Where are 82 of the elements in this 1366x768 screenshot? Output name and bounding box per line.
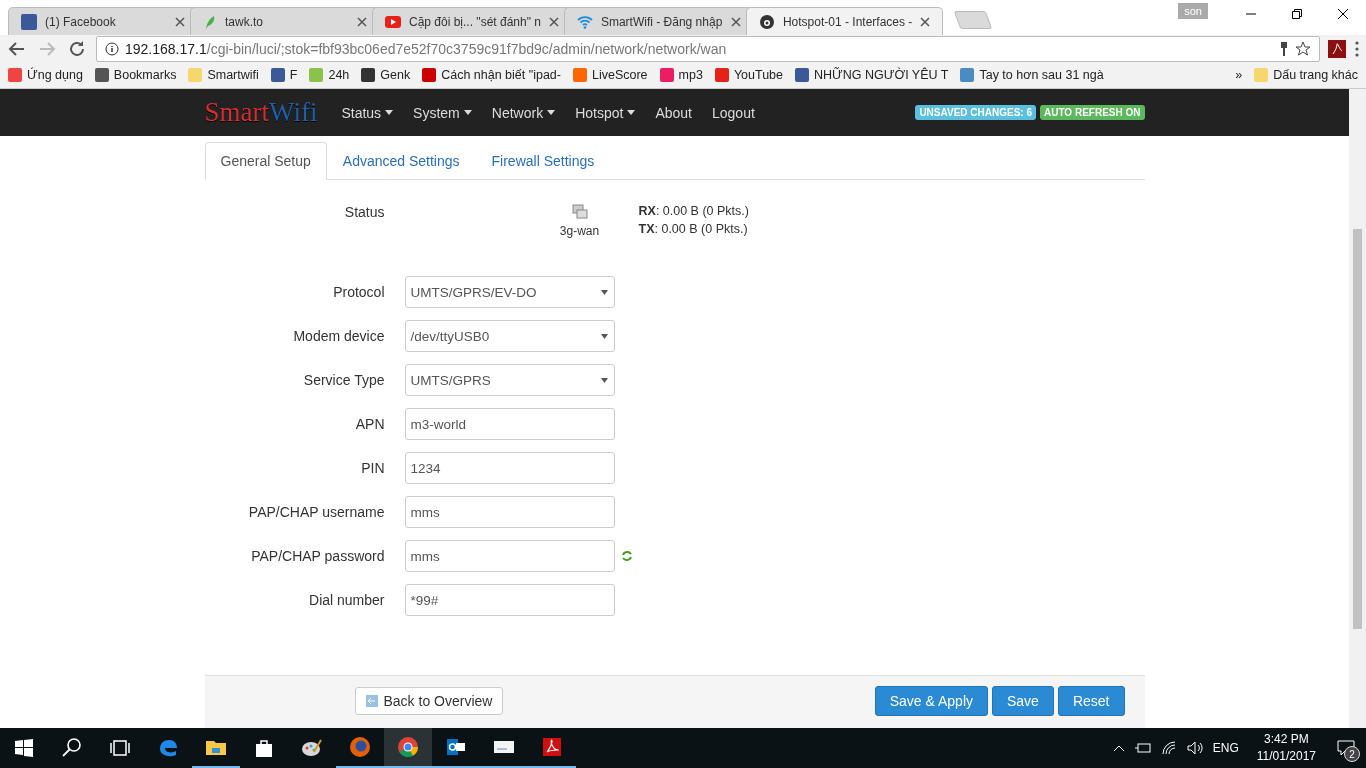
menu-item[interactable]: System: [403, 104, 482, 121]
close-icon[interactable]: [920, 16, 931, 27]
facebook-icon: [21, 13, 37, 30]
chrome-icon[interactable]: [396, 735, 420, 759]
start-icon[interactable]: [12, 736, 36, 760]
chevron-up-icon[interactable]: [1112, 744, 1125, 752]
menu-item[interactable]: Status: [331, 104, 404, 121]
input-field[interactable]: *99#: [404, 584, 615, 616]
field-label: Protocol: [332, 284, 386, 300]
browser-tab[interactable]: Hotspot-01 - Interfaces -: [745, 7, 944, 35]
back-button[interactable]: Back to Overview: [354, 687, 504, 715]
volume-icon[interactable]: [1186, 741, 1205, 755]
menu-item[interactable]: Logout: [702, 104, 765, 121]
notification-count: 2: [1344, 746, 1360, 762]
pdf-icon[interactable]: [1328, 39, 1346, 58]
menu-icon[interactable]: [1354, 39, 1360, 58]
bookmark[interactable]: 24h: [309, 68, 350, 82]
bookmark[interactable]: Tay to hơn sau 31 ngà: [960, 68, 1104, 82]
bookmark[interactable]: Ứng dụng: [8, 68, 83, 82]
select-field[interactable]: /dev/ttyUSB0: [404, 320, 615, 352]
bookmark[interactable]: mp3: [659, 68, 703, 82]
scrollbar[interactable]: [1349, 89, 1366, 728]
bookmark[interactable]: YouTube: [714, 68, 784, 82]
caret-icon: [600, 333, 608, 339]
language-indicator[interactable]: ENG: [1204, 741, 1247, 755]
field-label: Modem device: [292, 328, 386, 344]
caret-icon: [600, 289, 608, 295]
field-label: Dial number: [308, 592, 386, 608]
action-button[interactable]: Save & Apply: [874, 686, 988, 716]
wifi-icon: [576, 14, 593, 29]
bookmark[interactable]: Bookmarks: [94, 68, 177, 82]
field-label: PIN: [360, 460, 386, 476]
key-icon[interactable]: [1279, 41, 1289, 56]
radio-icon: [758, 13, 775, 30]
menu-item[interactable]: About: [645, 104, 702, 121]
status-badge: AUTO REFRESH ON: [1040, 105, 1145, 120]
bookmark[interactable]: LiveScore: [573, 68, 648, 82]
select-field[interactable]: UMTS/GPRS: [404, 364, 615, 396]
field-label: Status: [343, 204, 386, 220]
bookmark[interactable]: NHỮNG NGƯỜI YÊU T: [795, 68, 949, 82]
input-field[interactable]: mms: [404, 496, 615, 528]
action-button[interactable]: Reset: [1057, 686, 1125, 716]
input-field[interactable]: m3-world: [404, 408, 615, 440]
firefox-icon[interactable]: [348, 735, 372, 759]
caret-icon: [600, 377, 608, 383]
device-name: 3g-wan: [559, 224, 600, 238]
bookmark-folder[interactable]: Dấu trang khác: [1254, 68, 1358, 82]
close-icon[interactable]: [1338, 9, 1348, 19]
tx-stat: TX: 0.00 B (0 Pkts.): [638, 222, 749, 236]
address-bar[interactable]: 192.168.17.1/cgi-bin/luci/;stok=fbf93bc06ed7e52f70c3759c91f7bd9c/admin/network/network/wan: [96, 35, 1320, 62]
play-icon: [385, 15, 401, 28]
menu-item[interactable]: Network: [481, 104, 566, 121]
refresh-icon[interactable]: [620, 550, 633, 562]
notification-icon[interactable]: [1337, 740, 1355, 756]
star-icon[interactable]: [1295, 40, 1311, 57]
status-badge: UNSAVED CHANGES: 6: [915, 105, 1036, 120]
input-field[interactable]: 1234: [404, 452, 615, 484]
tab[interactable]: General Setup: [204, 142, 327, 180]
action-button[interactable]: Save: [992, 686, 1054, 716]
bookmark[interactable]: Cách nhận biết "ipad-: [422, 68, 561, 82]
field-label: PAP/CHAP username: [247, 504, 386, 520]
field-label: Service Type: [302, 372, 386, 388]
tab[interactable]: Firewall Settings: [475, 142, 611, 180]
bookmark[interactable]: Genk: [361, 68, 411, 82]
clock[interactable]: 3:42 PM 11/01/2017: [1246, 731, 1326, 765]
tab[interactable]: Advanced Settings: [326, 142, 476, 180]
restore-icon[interactable]: [1292, 9, 1302, 19]
network-icon: [571, 204, 588, 220]
arrow-icon: [365, 695, 378, 707]
input-field[interactable]: mms: [404, 540, 615, 572]
wifi-icon[interactable]: [1160, 741, 1177, 755]
rx-stat: RX: 0.00 B (0 Pkts.): [638, 204, 749, 218]
info-icon: [105, 41, 119, 56]
field-label: PAP/CHAP password: [250, 548, 386, 564]
field-label: APN: [354, 416, 386, 432]
pdf-icon[interactable]: [540, 735, 564, 759]
bookmark[interactable]: Smartwifi: [188, 68, 259, 82]
menu-item[interactable]: Hotspot: [565, 104, 646, 121]
battery-icon[interactable]: [1134, 743, 1151, 753]
select-field[interactable]: UMTS/GPRS/EV-DO: [404, 276, 615, 308]
bird-icon: [203, 13, 217, 30]
more-bookmarks-button[interactable]: »: [1235, 68, 1243, 82]
